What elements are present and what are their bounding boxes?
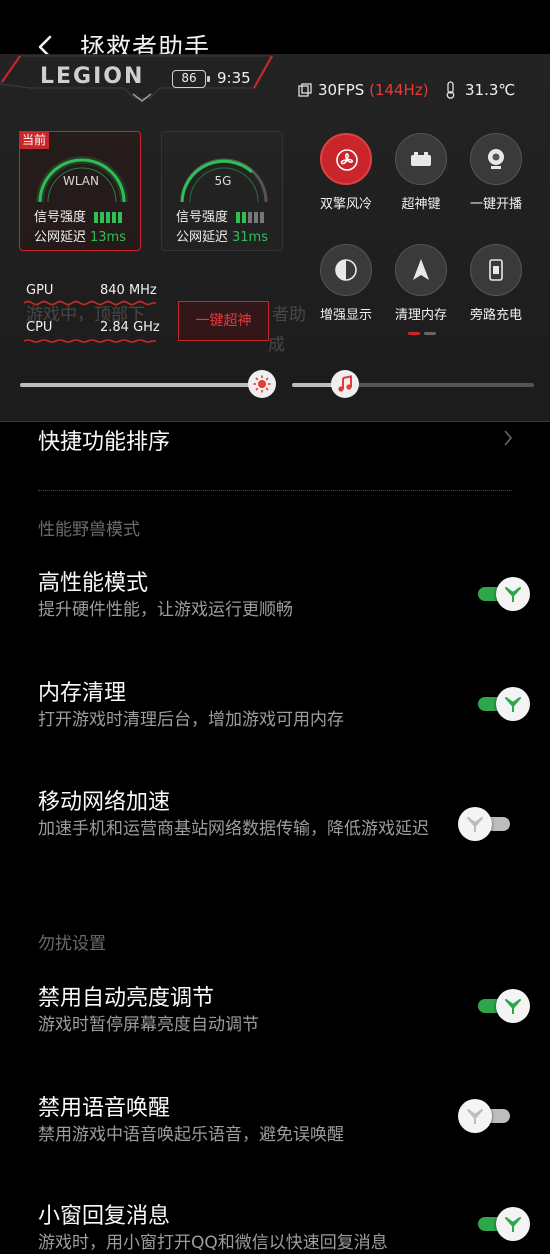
legion-y-icon <box>505 697 521 712</box>
brightness-slider[interactable] <box>20 370 276 400</box>
contrast-icon <box>335 259 357 281</box>
toggle-memory-clean[interactable] <box>474 686 530 722</box>
tool-enhance-display[interactable]: 增强显示 <box>306 244 386 332</box>
clock: 9:35 <box>217 69 251 87</box>
legion-y-icon <box>505 587 521 602</box>
volume-slider[interactable] <box>292 370 534 400</box>
tool-clean-memory[interactable]: 清理内存 <box>381 244 461 332</box>
tool-label: 旁路充电 <box>469 308 522 323</box>
setting-desc-high-performance: 提升硬件性能，让游戏运行更顺畅 <box>38 600 293 620</box>
cpu-value: 2.84 GHz <box>100 320 160 335</box>
setting-title-small-window-reply: 小窗回复消息 <box>38 1204 171 1229</box>
bypass-charge-icon <box>489 259 503 281</box>
section-dnd-label: 勿扰设置 <box>38 934 106 954</box>
legion-y-icon <box>467 817 483 832</box>
network-card-wlan[interactable]: 当前 WLAN 信号强度 公网延迟 13ms <box>19 131 141 251</box>
fps-readout: 30FPS (144Hz) <box>318 81 429 99</box>
latency-value: 13ms <box>90 230 126 245</box>
setting-desc-mobile-network: 加速手机和运营商基站网络数据传输，降低游戏延迟 <box>38 819 429 839</box>
toggle-high-performance[interactable] <box>474 576 530 612</box>
section-performance-label: 性能野兽模式 <box>38 520 140 540</box>
signal-label: 信号强度 <box>176 210 229 225</box>
gpu-wave <box>24 300 156 306</box>
setting-title-mobile-network: 移动网络加速 <box>38 790 171 815</box>
page-indicator <box>408 332 438 336</box>
signal-label: 信号强度 <box>34 210 87 225</box>
tool-live-stream[interactable]: 一键开播 <box>456 133 536 221</box>
tool-super-key[interactable]: 超神键 <box>381 133 461 221</box>
background-text: 成 <box>268 335 285 355</box>
divider <box>38 490 512 491</box>
legion-y-icon <box>505 999 521 1014</box>
fan-icon <box>336 149 358 171</box>
temperature-readout: 31.3℃ <box>465 81 516 99</box>
chevron-down-icon[interactable] <box>130 92 154 104</box>
setting-desc-small-window-reply: 游戏时，用小窗打开QQ和微信以快速回复消息 <box>38 1233 388 1253</box>
gpu-value: 840 MHz <box>100 283 157 298</box>
one-click-boost-button[interactable]: 一键超神 <box>178 301 269 341</box>
setting-desc-memory-clean: 打开游戏时清理后台，增加游戏可用内存 <box>38 710 344 730</box>
toggle-mobile-network[interactable] <box>458 806 514 842</box>
setting-title-memory-clean: 内存清理 <box>38 681 127 706</box>
toggle-auto-brightness[interactable] <box>474 988 530 1024</box>
webcam-icon <box>488 149 504 169</box>
tool-bypass-charge[interactable]: 旁路充电 <box>456 244 536 332</box>
tool-label: 一键开播 <box>469 197 522 212</box>
tool-dual-fan[interactable]: 双擎风冷 <box>306 133 386 221</box>
game-assistant-panel: 游戏中，顶部下 者助 成 LEGION 86 9:35 30FPS (144Hz… <box>0 54 550 422</box>
signal-bars <box>236 208 266 223</box>
setting-title-auto-brightness: 禁用自动亮度调节 <box>38 986 215 1011</box>
setting-desc-voice-wake: 禁用游戏中语音唤起乐语音，避免误唤醒 <box>38 1125 344 1145</box>
cpu-wave <box>24 339 156 343</box>
network-name: 5G <box>214 174 232 188</box>
music-note-icon <box>338 375 352 392</box>
latency-row: 公网延迟 31ms <box>176 230 268 245</box>
fps-icon <box>298 83 312 97</box>
sun-icon <box>253 375 271 393</box>
gamepad-key-icon <box>411 152 431 166</box>
cpu-label: CPU <box>26 320 53 335</box>
network-card-5g[interactable]: 5G 信号强度 公网延迟 31ms <box>161 131 283 251</box>
gpu-label: GPU <box>26 283 54 298</box>
gpu-stat: GPU 840 MHz <box>26 283 157 298</box>
setting-title-voice-wake: 禁用语音唤醒 <box>38 1096 171 1121</box>
latency-value: 31ms <box>232 230 268 245</box>
legion-y-icon <box>505 1217 521 1232</box>
chevron-right-icon[interactable] <box>502 428 514 448</box>
battery-indicator: 86 <box>172 70 210 88</box>
toggle-voice-wake[interactable] <box>458 1098 514 1134</box>
legion-y-icon <box>467 1109 483 1124</box>
thermometer-icon <box>446 81 455 99</box>
setting-desc-auto-brightness: 游戏时暂停屏幕亮度自动调节 <box>38 1015 259 1035</box>
legion-logo: LEGION <box>40 64 145 89</box>
rocket-icon <box>413 259 429 280</box>
cpu-stat: CPU 2.84 GHz <box>26 320 160 335</box>
latency-row: 公网延迟 13ms <box>34 230 126 245</box>
quick-sort-label[interactable]: 快捷功能排序 <box>38 424 170 456</box>
refresh-rate: (144Hz) <box>369 81 429 99</box>
signal-bars <box>94 208 124 223</box>
setting-title-high-performance: 高性能模式 <box>38 571 149 596</box>
toggle-small-window-reply[interactable] <box>474 1206 530 1242</box>
background-text: 者助 <box>272 305 306 325</box>
network-name: WLAN <box>62 174 99 188</box>
